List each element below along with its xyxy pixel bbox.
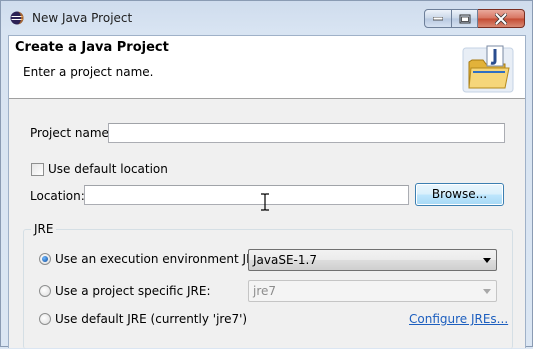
- project-specific-jre-value: jre7: [253, 284, 277, 298]
- use-default-location-label[interactable]: Use default location: [48, 162, 168, 176]
- maximize-button[interactable]: [452, 9, 478, 28]
- jre-group-label: JRE: [31, 222, 57, 236]
- text-cursor-icon: [261, 193, 269, 211]
- default-jre-label[interactable]: Use default JRE (currently 'jre7'): [55, 312, 247, 326]
- eclipse-icon: [10, 11, 24, 25]
- chevron-down-icon: [483, 289, 491, 294]
- execution-env-radio[interactable]: [39, 253, 51, 265]
- minimize-button[interactable]: [424, 9, 452, 28]
- wizard-banner: Create a Java Project Enter a project na…: [9, 36, 525, 99]
- page-title: Create a Java Project: [15, 40, 169, 55]
- execution-env-value: JavaSE-1.7: [253, 253, 317, 267]
- dialog-client-area: Create a Java Project Enter a project na…: [8, 35, 526, 349]
- title-bar[interactable]: New Java Project: [1, 1, 532, 35]
- location-label: Location:: [30, 189, 85, 203]
- page-message: Enter a project name.: [23, 65, 154, 79]
- java-project-folder-icon: [462, 45, 514, 93]
- browse-button[interactable]: Browse...: [415, 183, 504, 206]
- close-button[interactable]: [478, 9, 525, 28]
- execution-env-combo[interactable]: JavaSE-1.7: [248, 249, 497, 271]
- close-icon: [495, 13, 507, 24]
- radio-selected-dot: [42, 256, 48, 262]
- dialog-window: New Java Project Create a Java Project E…: [0, 0, 533, 349]
- configure-jres-link[interactable]: Configure JREs...: [409, 312, 508, 326]
- project-name-input[interactable]: [108, 123, 505, 143]
- project-specific-jre-label[interactable]: Use a project specific JRE:: [55, 284, 211, 298]
- execution-env-label[interactable]: Use an execution environment JRE:: [55, 252, 266, 266]
- minimize-icon: [433, 16, 443, 20]
- use-default-location-checkbox[interactable]: [31, 163, 44, 176]
- default-jre-radio[interactable]: [39, 313, 51, 325]
- project-name-label: Project name:: [30, 126, 113, 140]
- chevron-down-icon: [483, 258, 491, 263]
- location-input[interactable]: [84, 185, 409, 205]
- maximize-icon: [459, 14, 470, 23]
- window-title: New Java Project: [32, 11, 133, 25]
- project-specific-jre-radio[interactable]: [39, 285, 51, 297]
- caption-buttons: [424, 9, 525, 29]
- project-specific-jre-combo[interactable]: jre7: [248, 280, 497, 302]
